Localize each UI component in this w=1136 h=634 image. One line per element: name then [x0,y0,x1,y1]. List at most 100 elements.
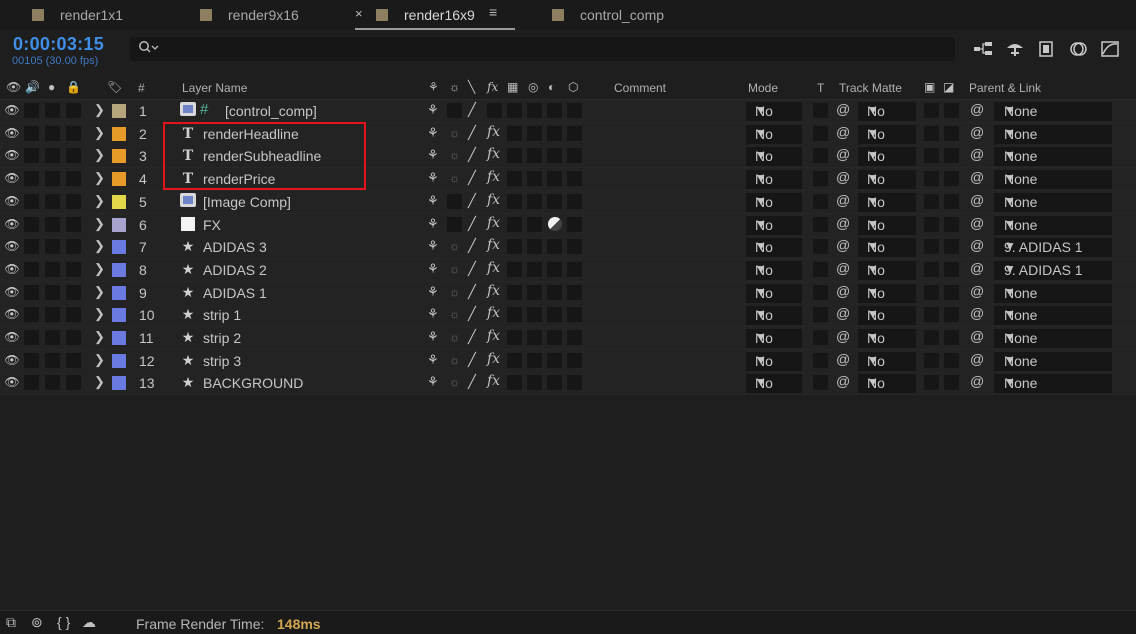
visibility-eye-icon[interactable]: 👁 [4,103,20,117]
parent-pickwhip-icon[interactable]: @ [970,237,984,253]
layer-row[interactable]: 👁 ❯ 7 ★ ADIDAS 3 ⚘ ☼ ╱ fx No ▼ @ No ▼ @9. ADIDAS 1 ▼ [0,236,1136,260]
effects-switch-icon[interactable]: fx [487,328,500,344]
adjustment-switch[interactable] [547,239,562,255]
shy-switch-icon[interactable]: ⚘ [427,125,439,141]
layer-name[interactable]: ADIDAS 3 [203,239,267,255]
3d-switch[interactable] [567,330,582,345]
collapse-switch-icon[interactable]: ☼ [449,126,460,140]
matte-toggle[interactable] [924,193,939,209]
preserve-transparency-toggle[interactable] [813,171,828,187]
layer-row[interactable]: 👁 ❯ 6 FX ⚘ ╱ fx No ▼ @ No ▼ @ None ▼ [0,213,1136,237]
3d-switch[interactable] [567,284,582,300]
search-input[interactable] [130,37,955,61]
matte-toggle[interactable] [924,284,939,300]
track-matte-pickwhip-icon[interactable]: @ [836,305,850,321]
adjustment-switch[interactable] [547,352,562,368]
audio-toggle[interactable] [24,171,39,187]
visibility-eye-icon[interactable]: 👁 [4,217,20,231]
motion-blur-switch[interactable] [527,375,542,391]
adjustment-layer-icon[interactable] [548,216,562,231]
preserve-transparency-toggle[interactable] [813,261,828,277]
parent-pickwhip-icon[interactable]: @ [970,124,984,140]
track-matte-select[interactable]: No ▼ [858,374,916,394]
layer-name[interactable]: ADIDAS 2 [203,262,267,278]
frame-blend-switch[interactable] [507,148,522,164]
preserve-transparency-toggle[interactable] [813,125,828,141]
layer-label-color[interactable] [112,285,126,300]
preserve-transparency-toggle[interactable] [813,239,828,255]
3d-switch[interactable] [567,375,582,391]
preserve-transparency-toggle[interactable] [813,148,828,164]
lock-toggle[interactable] [66,352,81,368]
matte-toggle[interactable] [924,261,939,277]
parent-select[interactable]: None ▼ [994,374,1112,394]
matte-invert-toggle[interactable] [944,103,959,118]
matte-invert-toggle[interactable] [944,307,959,323]
motion-blur-switch[interactable] [527,125,542,141]
solo-toggle[interactable] [45,375,60,391]
preserve-transparency-toggle[interactable] [813,103,828,118]
expand-chevron-icon[interactable]: ❯ [94,216,105,232]
frame-blend-switch[interactable] [507,125,522,141]
parent-pickwhip-icon[interactable]: @ [970,305,984,321]
parent-pickwhip-icon[interactable]: @ [970,146,984,162]
comp-flowchart-icon[interactable] [972,40,994,60]
expand-chevron-icon[interactable]: ❯ [94,147,105,163]
layer-row[interactable]: 👁 ❯ 1 # [control_comp] ⚘ ╱ No ▼ @ No ▼ @ None ▼ [0,100,1136,123]
parent-select[interactable]: None ▼ [994,215,1112,235]
track-matte-pickwhip-icon[interactable]: @ [836,283,850,299]
matte-invert-toggle[interactable] [944,171,959,187]
collapse-switch[interactable] [447,103,462,118]
lock-toggle[interactable] [66,307,81,323]
lock-toggle[interactable] [66,239,81,255]
blend-mode-select[interactable]: No ▼ [746,147,802,167]
track-matte-pickwhip-icon[interactable]: @ [836,124,850,140]
parent-pickwhip-icon[interactable]: @ [970,260,984,276]
matte-toggle[interactable] [924,125,939,141]
layer-name[interactable]: ADIDAS 1 [203,285,267,301]
frame-blend-switch[interactable] [507,171,522,187]
effects-switch-icon[interactable]: fx [487,169,500,185]
expand-chevron-icon[interactable]: ❯ [94,352,105,368]
parent-select[interactable]: 9. ADIDAS 1 ▼ [994,260,1112,280]
layer-label-color[interactable] [112,194,126,209]
solo-icon[interactable]: ● [48,80,55,94]
expand-chevron-icon[interactable]: ❯ [94,170,105,186]
3d-switch[interactable] [567,352,582,368]
adjustment-switch[interactable] [547,125,562,141]
solo-toggle[interactable] [45,193,60,209]
quality-switch-icon[interactable]: ╱ [468,147,476,163]
blend-mode-select[interactable]: No ▼ [746,283,802,303]
preserve-transparency-toggle[interactable] [813,216,828,232]
quality-switch-icon[interactable]: ╱ [468,102,476,118]
motion-blur-switch[interactable] [527,216,542,232]
frame-blend-switch[interactable] [507,261,522,277]
audio-toggle[interactable] [24,148,39,164]
3d-switch[interactable] [567,216,582,232]
shy-switch-icon[interactable]: ⚘ [427,216,439,232]
matte-invert-toggle[interactable] [944,148,959,164]
motion-blur-icon[interactable] [1067,40,1089,60]
lock-toggle[interactable] [66,171,81,187]
solo-toggle[interactable] [45,103,60,118]
matte-invert-toggle[interactable] [944,125,959,141]
preserve-transparency-toggle[interactable] [813,330,828,345]
in-out-icon[interactable]: { } [57,614,70,630]
layer-label-color[interactable] [112,308,126,323]
matte-toggle[interactable] [924,352,939,368]
motion-blur-switch[interactable] [527,193,542,209]
blend-mode-select[interactable]: No ▼ [746,102,802,121]
track-matte-select[interactable]: No ▼ [858,351,916,371]
blend-mode-select[interactable]: No ▼ [746,351,802,371]
shy-switch-icon[interactable]: ⚘ [427,147,439,163]
track-matte-select[interactable]: No ▼ [858,260,916,280]
shy-switch-icon[interactable]: ⚘ [427,261,439,277]
close-tab-icon[interactable]: × [355,6,363,21]
video-toggle-icon[interactable]: 👁 [6,80,21,94]
blend-mode-select[interactable]: No ▼ [746,374,802,394]
quality-switch-icon[interactable]: ╱ [468,261,476,277]
parent-select[interactable]: None ▼ [994,170,1112,190]
collapse-switch-icon[interactable]: ☼ [449,285,460,299]
solo-toggle[interactable] [45,216,60,232]
blend-mode-select[interactable]: No ▼ [746,238,802,258]
